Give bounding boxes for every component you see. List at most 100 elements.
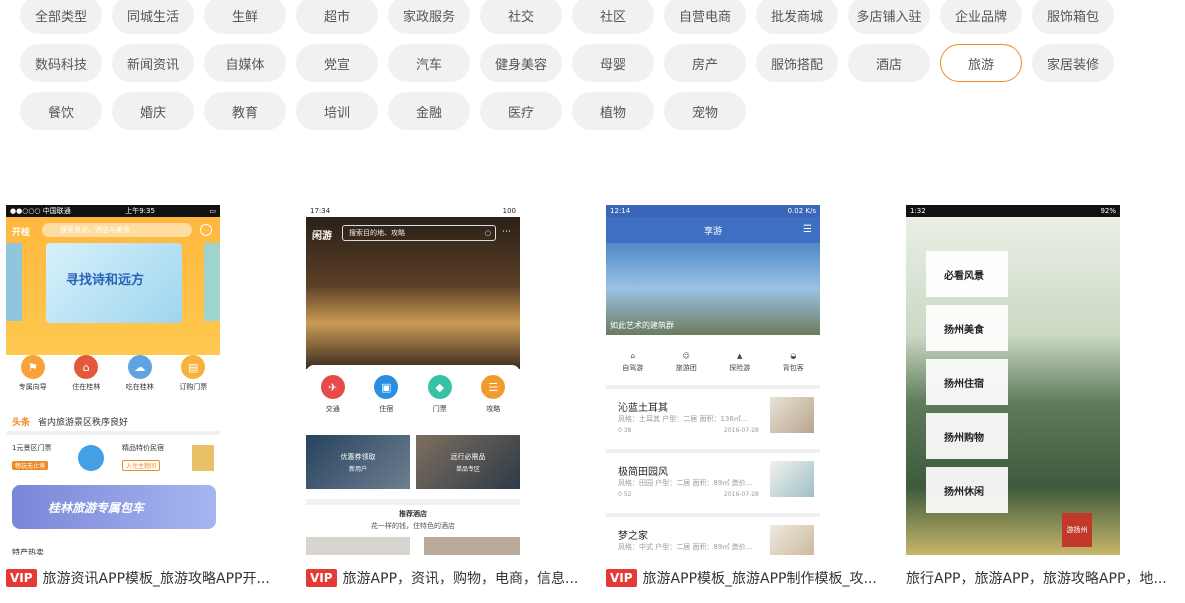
category-pill[interactable]: 医疗 [480,92,562,130]
group-icon: ☺ [682,351,690,360]
category-pill-active[interactable]: 旅游 [940,44,1022,82]
category-pill[interactable]: 母婴 [572,44,654,82]
vip-badge: VIP [606,569,637,587]
ticket-icon: ◆ [427,375,452,399]
coupon-card[interactable]: 远行必需品 单品专区 [416,435,520,489]
category-pill[interactable]: 服饰箱包 [1032,0,1114,34]
menu-item[interactable]: 扬州美食 [926,305,1008,351]
category-pill[interactable]: 宠物 [664,92,746,130]
category-pill[interactable]: 教育 [204,92,286,130]
category-pill[interactable]: 自媒体 [204,44,286,82]
category-pill[interactable]: 超市 [296,0,378,34]
hero-banner[interactable]: 寻找诗和远方 [46,243,182,323]
menu-item[interactable]: ⌂ 住在桂林 [72,355,100,397]
promo-card[interactable]: 精品特价民宿 入住主题间 [122,443,218,473]
category-pill[interactable]: 服饰搭配 [756,44,838,82]
headline-bar[interactable]: 头条 省内旅游景区秩序良好 [12,415,128,428]
category-pill[interactable]: 全部类型 [20,0,102,34]
category-pill[interactable]: 培训 [296,92,378,130]
item-title: 极简田园风 [618,467,668,478]
template-title[interactable]: 旅行APP，旅游APP，旅游攻略APP，地... [906,568,1167,588]
menu-icon[interactable]: ☰ [803,224,812,235]
nav-item[interactable]: ⌂ 自驾游 [622,352,643,373]
menu-item[interactable]: ✈ 交通 [320,375,345,429]
menu-item[interactable]: 扬州住宿 [926,359,1008,405]
category-pill[interactable]: 家居装修 [1032,44,1114,82]
bus-banner[interactable]: 桂林旅游专属包车 [12,485,216,529]
search-bar[interactable]: 搜索景点、酒店与美食 [42,223,192,237]
menu-item[interactable]: 必看风景 [926,251,1008,297]
coupon-card[interactable]: 优惠券领取 新用户 [306,435,410,489]
category-pill[interactable]: 汽车 [388,44,470,82]
category-pill[interactable]: 数码科技 [20,44,102,82]
list-item[interactable]: 梦之家 风格：中式 户型：二居 面积：89㎡ 造价... [606,513,820,555]
category-pill[interactable]: 健身美容 [480,44,562,82]
category-pill[interactable]: 新闻资讯 [112,44,194,82]
item-meta: 风格：土耳其 户型：二居 面积：136㎡... [618,415,748,423]
search-icon: ○ [484,229,491,237]
template-thumbnail[interactable]: 17:34 100 闲游 搜索目的地、攻略 ○ ⋯ ✈ 交通 ▣ 住宿 ◆ 门票… [306,205,520,555]
category-pill[interactable]: 同城生活 [112,0,194,34]
banner-next-peek [204,243,220,321]
menu-label: 住在桂林 [72,383,101,391]
category-pill[interactable]: 党宣 [296,44,378,82]
category-pill[interactable]: 酒店 [848,44,930,82]
template-caption[interactable]: VIP 旅游资讯APP模板_旅游攻略APP开... [6,567,281,589]
template-title[interactable]: 旅游APP，资讯，购物，电商，信息... [343,568,579,588]
list-item[interactable]: 极简田园风 风格：田园 户型：二居 面积：89㎡ 造价... 0 52 2016… [606,449,820,507]
menu-item[interactable]: ☰ 攻略 [481,375,506,429]
category-pill[interactable]: 自营电商 [664,0,746,34]
menu-item[interactable]: ◆ 门票 [427,375,452,429]
category-pill[interactable]: 社交 [480,0,562,34]
category-pill[interactable]: 批发商城 [756,0,838,34]
menu-item[interactable]: ▤ 订购门票 [179,355,207,397]
battery-level: 92% [1100,207,1116,215]
template-thumbnail[interactable]: 1:32 92% 必看风景 扬州美食 扬州住宿 扬州购物 扬州休闲 游扬州 [906,205,1120,555]
category-pill[interactable]: 多店铺入驻 [848,0,930,34]
template-title[interactable]: 旅游资讯APP模板_旅游攻略APP开... [43,568,270,588]
menu-item[interactable]: 扬州休闲 [926,467,1008,513]
category-pill[interactable]: 家政服务 [388,0,470,34]
vip-badge: VIP [306,569,337,587]
more-icon[interactable]: ⋯ [200,224,212,236]
category-pill[interactable]: 植物 [572,92,654,130]
nav-item[interactable]: ☺ 旅游团 [676,352,697,373]
category-pill[interactable]: 企业品牌 [940,0,1022,34]
template-title[interactable]: 旅游APP模板_旅游APP制作模板_攻... [643,568,877,588]
app-logo: 闲游 [312,231,332,242]
hotel-image[interactable] [306,537,410,555]
category-row: 全部类型 同城生活 生鲜 超市 家政服务 社交 社区 自营电商 批发商城 多店铺… [20,0,1160,34]
search-bar[interactable]: 搜索目的地、攻略 ○ [342,225,496,241]
category-pill[interactable]: 房产 [664,44,746,82]
menu-item[interactable]: ▣ 住宿 [374,375,399,429]
nav-item[interactable]: ▲ 探险游 [729,352,750,373]
hotel-image[interactable] [424,537,520,555]
status-bar: 1:32 92% [906,205,1120,217]
more-icon[interactable]: ⋯ [502,227,511,237]
template-caption[interactable]: VIP 旅游APP，资讯，购物，电商，信息... [306,567,581,589]
guide-icon: ⚑ [20,355,45,379]
hero-photo[interactable]: 如此艺术的建筑群 [606,243,820,335]
template-caption[interactable]: VIP 旅游APP模板_旅游APP制作模板_攻... [606,567,881,589]
list-item[interactable]: 沁蓝土耳其 风格：土耳其 户型：二居 面积：136㎡... 0 38 2016-… [606,385,820,443]
category-pill[interactable]: 金融 [388,92,470,130]
category-pill[interactable]: 生鲜 [204,0,286,34]
menu-item[interactable]: ⚑ 专属向导 [19,355,47,397]
menu-item[interactable]: ☁ 吃在桂林 [126,355,154,397]
menu-label: 扬州休闲 [944,486,984,498]
category-pill[interactable]: 社区 [572,0,654,34]
category-pill[interactable]: 婚庆 [112,92,194,130]
template-thumbnail[interactable]: 12:14 0.02 K/s 享游 ☰ 如此艺术的建筑群 ⌂ 自驾游 ☺ 旅游团 ▲… [606,205,820,555]
nav-item[interactable]: ◒ 背包客 [783,352,804,373]
divider [306,499,520,505]
template-caption[interactable]: 旅行APP，旅游APP，旅游攻略APP，地... [906,567,1181,589]
menu-item[interactable]: 扬州购物 [926,413,1008,459]
template-thumbnail[interactable]: ●●○○○ 中国联通 上午9:35 ▭ 开桂 搜索景点、酒店与美食 ⋯ 寻找诗和… [6,205,220,555]
promo-card[interactable]: 1元景区门票 畅玩无止境 [12,443,108,473]
category-pill[interactable]: 餐饮 [20,92,102,130]
coupon-row: 优惠券领取 新用户 远行必需品 单品专区 [306,435,520,493]
item-title: 沁蓝土耳其 [618,403,668,414]
headline-text: 省内旅游景区秩序良好 [38,418,129,428]
bus-banner-title: 桂林旅游专属包车 [48,500,145,515]
banner-prev-peek [6,243,22,321]
